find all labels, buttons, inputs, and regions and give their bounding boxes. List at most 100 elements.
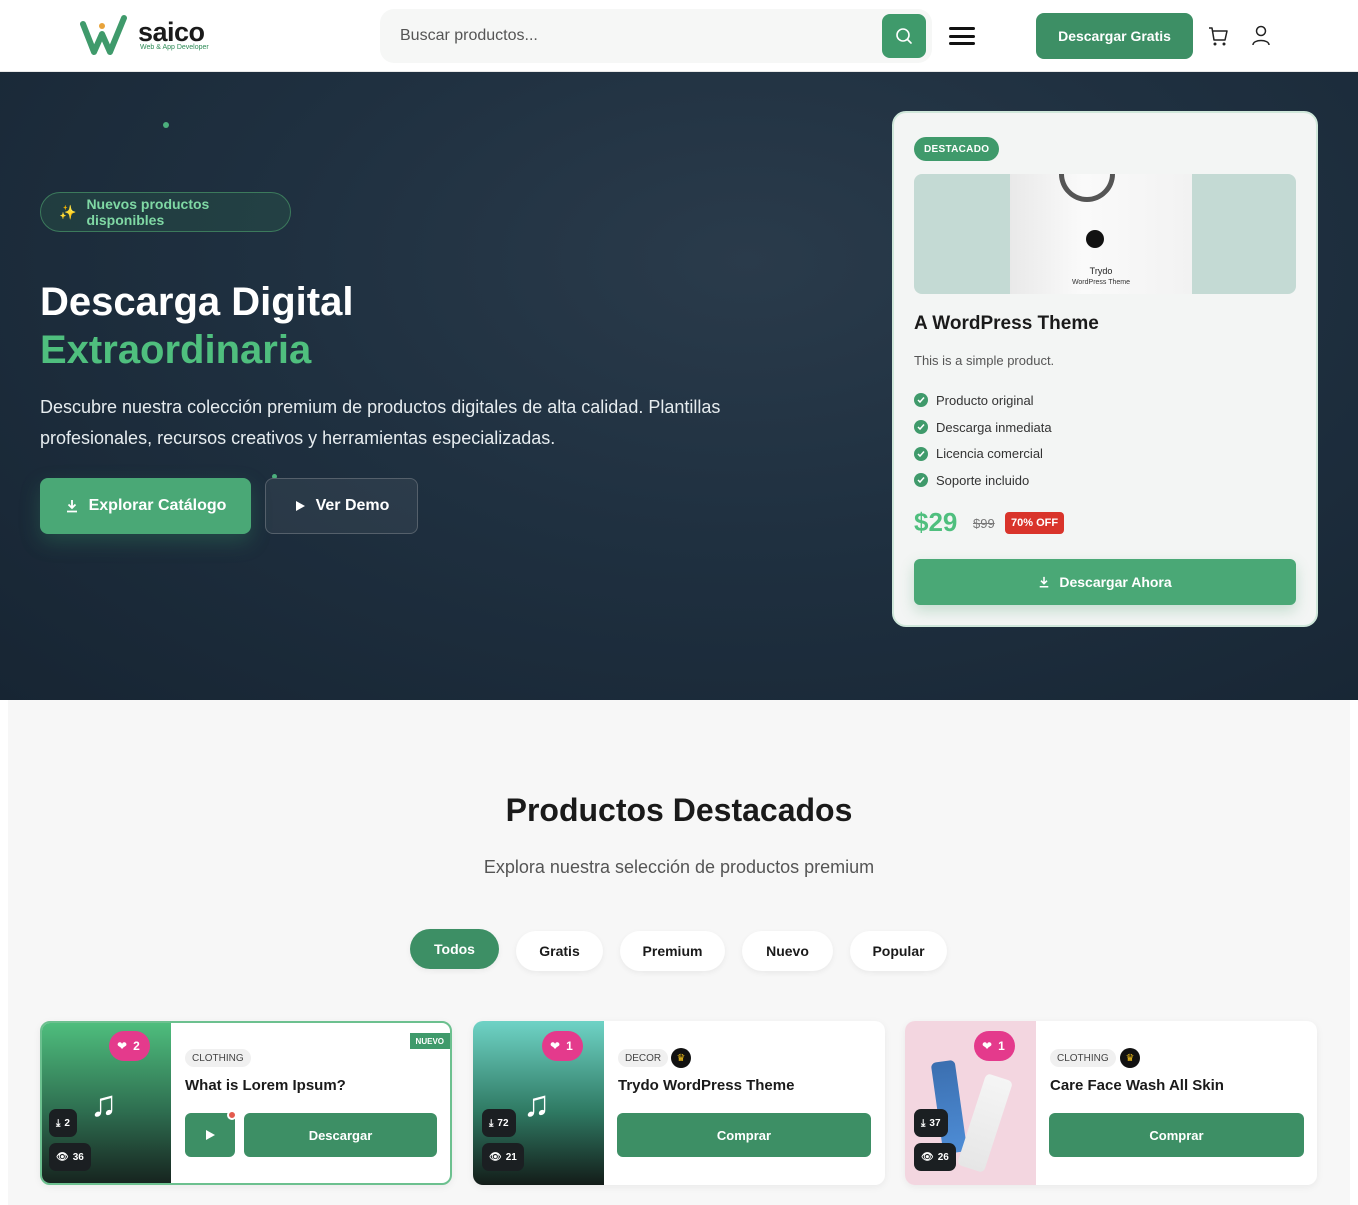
decor-dot	[163, 122, 169, 128]
heart-icon: ❤	[117, 1039, 128, 1053]
product-tube-image	[930, 1059, 968, 1155]
feature-item: Licencia comercial	[914, 440, 1052, 467]
view-demo-label: Ver Demo	[315, 497, 390, 514]
hero-description: Descubre nuestra colección premium de pr…	[40, 397, 721, 448]
product-category: CLOTHING	[1050, 1049, 1116, 1067]
product-card[interactable]: ❤ 2 ♫ ⤓ 2 👁 36 NUEVO CLOTHING What is Lorem…	[40, 1021, 452, 1185]
tote-bag-image: Trydo WordPress Theme	[1010, 174, 1192, 294]
search-bar	[380, 9, 932, 63]
views-count: 👁 21	[482, 1143, 524, 1171]
preview-play-button[interactable]	[185, 1113, 235, 1157]
featured-old-price: $99	[973, 516, 995, 531]
music-note-icon: ♫	[523, 1083, 550, 1124]
downloads-count: ⤓ 72	[482, 1109, 516, 1137]
explore-catalog-label: Explorar Catálogo	[88, 497, 227, 514]
products-section: Productos Destacados Explora nuestra sel…	[8, 700, 1350, 1205]
product-category: CLOTHING	[185, 1049, 251, 1067]
filter-tab-popular[interactable]: Popular	[850, 931, 947, 971]
logo-name: saico	[138, 17, 205, 47]
section-title: Productos Destacados	[505, 792, 853, 828]
explore-catalog-button[interactable]: Explorar Catálogo	[40, 478, 251, 534]
sparkle-icon: ✨	[59, 203, 77, 220]
download-icon: ⤓	[489, 1117, 494, 1129]
download-icon: ⤓	[921, 1117, 926, 1129]
search-button[interactable]	[882, 14, 926, 58]
filter-tab-nuevo[interactable]: Nuevo	[742, 931, 833, 971]
like-button[interactable]: ❤ 1	[542, 1031, 583, 1061]
eye-icon: 👁	[489, 1151, 502, 1163]
discount-badge: 70% OFF	[1005, 512, 1065, 534]
cart-icon[interactable]	[1207, 25, 1229, 47]
eye-icon: 👁	[921, 1151, 934, 1163]
image-caption: WordPress Theme	[1071, 279, 1131, 286]
check-icon	[914, 473, 928, 488]
download-icon: ⤓	[56, 1117, 61, 1129]
new-products-label: Nuevos productos disponibles	[86, 196, 210, 228]
product-thumbnail[interactable]: ❤ 1 ⤓ 37 👁 26	[905, 1021, 1036, 1185]
download-icon	[66, 500, 77, 513]
brand-logo-icon	[1086, 230, 1104, 248]
filter-tab-gratis[interactable]: Gratis	[516, 931, 603, 971]
download-free-button[interactable]: Descargar Gratis	[1036, 13, 1193, 59]
view-demo-button[interactable]: Ver Demo	[265, 478, 418, 534]
check-icon	[914, 420, 928, 435]
feature-item: Producto original	[914, 387, 1052, 414]
download-now-button[interactable]: Descargar Ahora	[914, 559, 1296, 605]
feature-list: Producto original Descarga inmediata Lic…	[914, 387, 1052, 494]
filter-tab-premium[interactable]: Premium	[620, 931, 725, 971]
product-card[interactable]: ❤ 1 ⤓ 37 👁 26 CLOTHING ♛ Care Face Wash All…	[905, 1021, 1317, 1185]
like-button[interactable]: ❤ 1	[974, 1031, 1015, 1061]
premium-crown-icon: ♛	[1120, 1048, 1140, 1068]
views-count: 👁 26	[914, 1143, 956, 1171]
product-tube-image	[956, 1073, 1014, 1173]
buy-button[interactable]: Comprar	[1049, 1113, 1304, 1157]
logo[interactable]: saico Web & App Developer	[80, 14, 209, 58]
eye-icon: 👁	[56, 1151, 69, 1163]
heart-icon: ❤	[982, 1039, 993, 1053]
new-badge: NUEVO	[409, 1033, 450, 1049]
downloads-count: ⤓ 2	[49, 1109, 77, 1137]
play-icon	[206, 1130, 215, 1140]
premium-crown-icon: ♛	[671, 1048, 691, 1068]
hero-title: Descarga Digital	[40, 280, 354, 324]
product-category: DECOR	[618, 1049, 669, 1067]
search-icon	[896, 28, 912, 44]
like-button[interactable]: ❤ 2	[109, 1031, 150, 1061]
product-title[interactable]: Care Face Wash All Skin	[1050, 1077, 1224, 1094]
product-title[interactable]: What is Lorem Ipsum?	[185, 1077, 346, 1094]
download-now-label: Descargar Ahora	[1059, 574, 1172, 590]
hamburger-icon[interactable]	[949, 25, 975, 47]
section-subtitle: Explora nuestra selección de productos p…	[483, 857, 875, 877]
product-thumbnail[interactable]: ❤ 2 ♫ ⤓ 2 👁 36	[42, 1023, 171, 1183]
image-brand: Trydo	[1089, 266, 1113, 276]
search-input[interactable]	[400, 9, 880, 63]
user-icon[interactable]	[1250, 24, 1272, 46]
feature-item: Soporte incluido	[914, 467, 1052, 494]
product-thumbnail[interactable]: ❤ 1 ♫ ⤓ 72 👁 21	[473, 1021, 604, 1185]
recording-dot	[227, 1110, 237, 1120]
hero-title-highlight: Extraordinaria	[40, 328, 312, 372]
buy-button[interactable]: Comprar	[617, 1113, 871, 1157]
featured-subtitle: This is a simple product.	[914, 353, 1055, 368]
featured-product-card: DESTACADO Trydo WordPress Theme A WordPr…	[892, 111, 1318, 627]
product-card[interactable]: ❤ 1 ♫ ⤓ 72 👁 21 DECOR ♛ Trydo WordPress The…	[473, 1021, 885, 1185]
logo-mark-icon	[80, 15, 127, 55]
check-icon	[914, 446, 928, 461]
views-count: 👁 36	[49, 1143, 91, 1171]
featured-title[interactable]: A WordPress Theme	[914, 313, 1099, 335]
product-title[interactable]: Trydo WordPress Theme	[618, 1077, 794, 1094]
featured-price: $29	[914, 507, 958, 537]
hero-section: ✨ Nuevos productos disponibles Descarga …	[0, 72, 1358, 700]
new-products-badge: ✨ Nuevos productos disponibles	[40, 192, 291, 232]
downloads-count: ⤓ 37	[914, 1109, 948, 1137]
feature-item: Descarga inmediata	[914, 414, 1052, 441]
play-icon	[295, 501, 305, 511]
check-icon	[914, 393, 928, 408]
download-button[interactable]: Descargar	[244, 1113, 437, 1157]
heart-icon: ❤	[550, 1039, 561, 1053]
site-header: saico Web & App Developer Descargar Grat…	[0, 0, 1358, 72]
music-note-icon: ♫	[90, 1083, 117, 1124]
featured-product-image[interactable]: Trydo WordPress Theme	[914, 174, 1296, 294]
featured-badge: DESTACADO	[914, 137, 1000, 161]
filter-tab-todos[interactable]: Todos	[410, 929, 499, 969]
